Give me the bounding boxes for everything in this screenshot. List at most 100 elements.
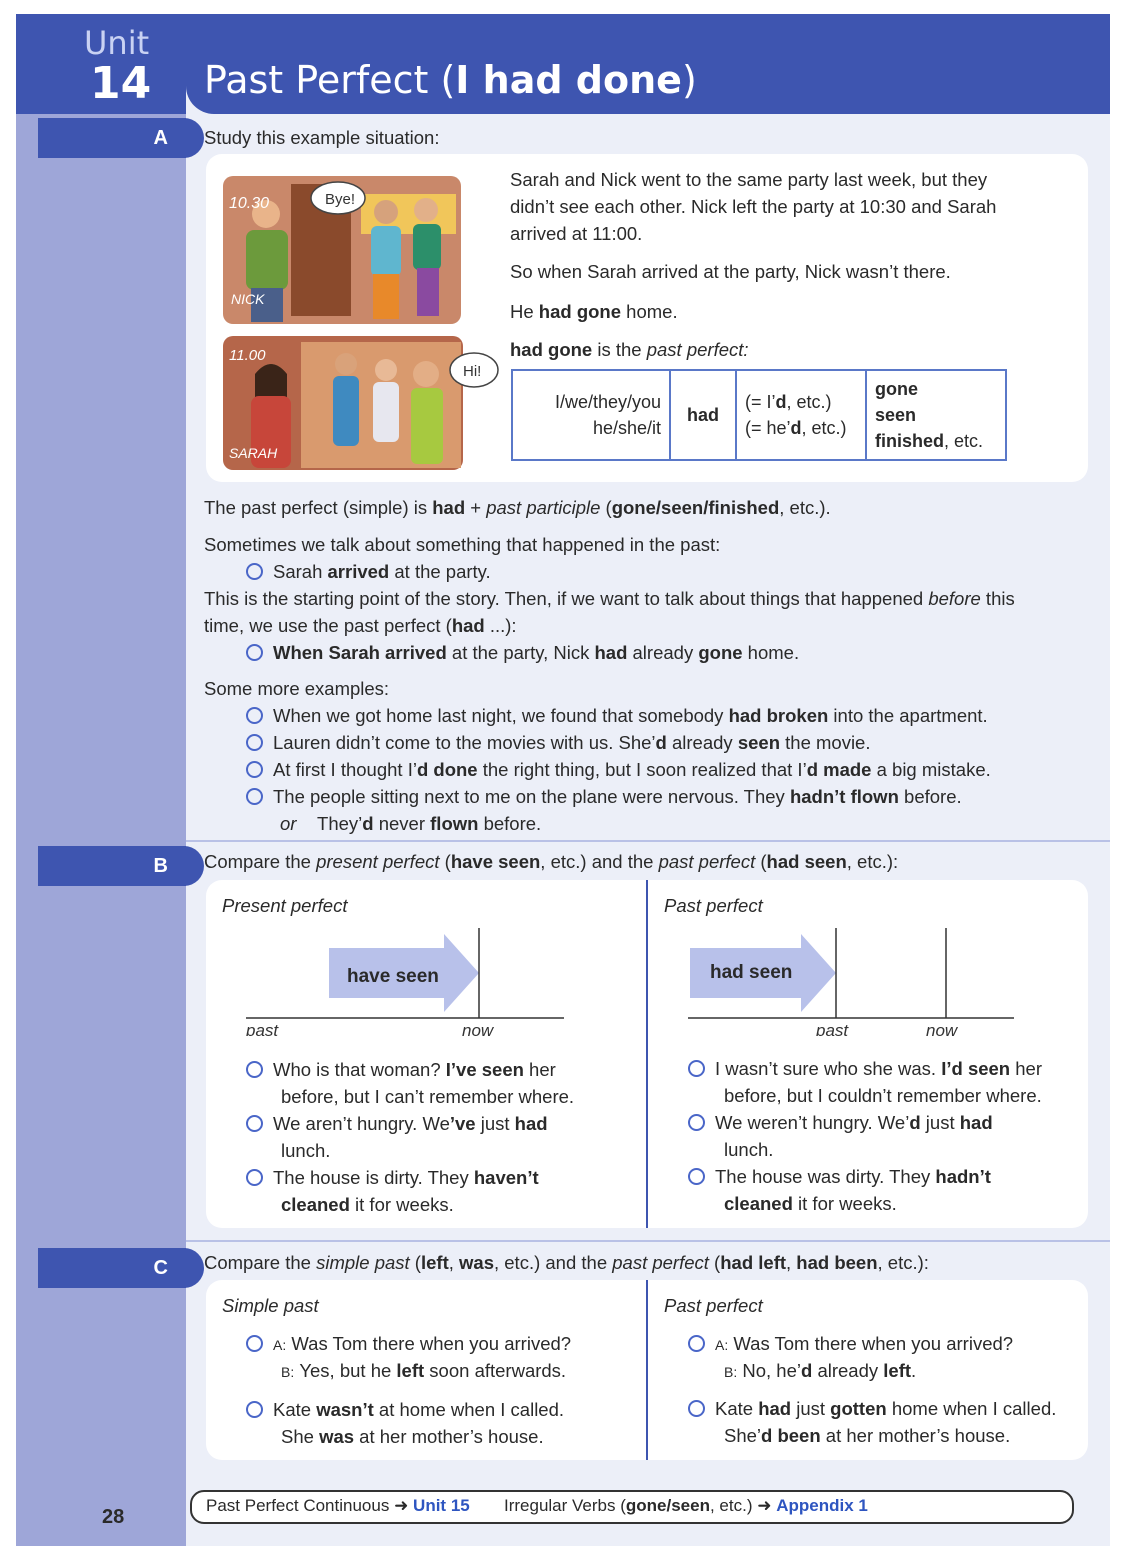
cross-ref-2: Irregular Verbs (gone/seen, etc.) ➜ Appe…: [504, 1496, 868, 1515]
example-id-seen-cont: before, but I couldn’t remember where.: [724, 1085, 1042, 1106]
cross-reference-bar: Past Perfect Continuous ➜ Unit 15 Irregu…: [190, 1490, 1074, 1524]
example-had-been: She’d been at her mother’s house.: [724, 1425, 1011, 1446]
example-weve-had-cont: lunch.: [281, 1140, 331, 1161]
simple-past-heading: Simple past: [222, 1295, 319, 1316]
past-perfect-heading: Past perfect: [664, 895, 763, 916]
subject-cell: I/we/they/you he/she/it: [511, 369, 671, 461]
example-made-mistake: At first I thought I’d done the right th…: [246, 756, 991, 783]
bullet-icon: [688, 1060, 705, 1077]
example-had-gone: When Sarah arrived at the party, Nick ha…: [246, 639, 799, 666]
page-number: 28: [102, 1506, 125, 1528]
unit-number: 14: [90, 58, 152, 109]
example-havent-cleaned: The house is dirty. They haven’t: [246, 1164, 539, 1191]
title-bar: Past Perfect (I had done): [186, 14, 1110, 114]
section-divider: [186, 1240, 1110, 1242]
party-illustration-sarah: 11.00 Hi! SARAH: [223, 336, 499, 470]
bullet-icon: [246, 1115, 263, 1132]
bullet-icon: [688, 1400, 705, 1417]
unit-badge: Unit 14: [16, 14, 186, 114]
story-line-4: So when Sarah arrived at the party, Nick…: [510, 261, 951, 282]
have-seen-label: have seen: [347, 966, 439, 987]
example-ive-seen: Who is that woman? I’ve seen her: [246, 1056, 556, 1083]
column-divider: [646, 1280, 648, 1460]
bullet-icon: [246, 1401, 263, 1418]
example-seen-movie: Lauren didn’t come to the movies with us…: [246, 729, 871, 756]
story-line-1: Sarah and Nick went to the same party la…: [510, 169, 988, 190]
cross-ref-1: Past Perfect Continuous ➜ Unit 15: [206, 1496, 470, 1515]
had-seen-label: had seen: [710, 962, 792, 983]
section-c-intro: Compare the simple past (left, was, etc.…: [204, 1252, 929, 1273]
name-label-nick: NICK: [231, 291, 265, 307]
time-label-1100: 11.00: [229, 347, 266, 364]
bullet-icon: [246, 1335, 263, 1352]
starting-point-line-1: This is the starting point of the story.…: [204, 588, 1015, 609]
dialogue-a-left: A: Was Tom there when you arrived?: [246, 1330, 571, 1359]
past-perfect-label: had gone is the past perfect:: [510, 339, 749, 360]
dialogue-a-right: A: Was Tom there when you arrived?: [688, 1330, 1013, 1359]
bullet-icon: [246, 761, 263, 778]
bullet-icon: [246, 1169, 263, 1186]
column-divider: [646, 880, 648, 1228]
bullet-icon: [688, 1114, 705, 1131]
speech-bubble-hi: Hi!: [463, 363, 481, 380]
starting-point-line-2: time, we use the past perfect (had ...):: [204, 615, 517, 636]
bullet-icon: [246, 734, 263, 751]
unit-15-link[interactable]: Unit 15: [413, 1496, 470, 1515]
story-line-5: He had gone home.: [510, 301, 678, 322]
example-arrived: Sarah arrived at the party.: [246, 558, 491, 585]
example-wed-had: We weren’t hungry. We’d just had: [688, 1109, 993, 1136]
past-perfect-heading-c: Past perfect: [664, 1295, 763, 1316]
section-a-tab: A: [38, 118, 204, 158]
speech-bubble-bye: Bye!: [325, 191, 355, 208]
bullet-icon: [246, 1061, 263, 1078]
present-perfect-heading: Present perfect: [222, 895, 348, 916]
example-never-flown: or They’d never flown before.: [280, 813, 542, 834]
sidebar: [16, 14, 186, 1546]
timeline-now-label: now: [462, 1021, 495, 1036]
party-illustration-nick: 10.30 Bye! NICK: [223, 176, 461, 324]
story-line-2: didn’t see each other. Nick left the par…: [510, 196, 997, 217]
page-title: Past Perfect (I had done): [204, 58, 697, 102]
example-weve-had: We aren’t hungry. We’ve just had: [246, 1110, 548, 1137]
participle-cell: gone seen finished, etc.: [865, 369, 1007, 461]
unit-word: Unit: [84, 24, 150, 62]
contraction-cell: (= I’d, etc.) (= he’d, etc.): [735, 369, 867, 461]
auxiliary-cell: had: [669, 369, 737, 461]
section-a-intro: Study this example situation:: [204, 127, 440, 148]
example-havent-cleaned-cont: cleaned it for weeks.: [281, 1194, 454, 1215]
bullet-icon: [246, 707, 263, 724]
present-perfect-timeline: have seen past now: [245, 928, 564, 1036]
textbook-page: Unit 14 Past Perfect (I had done) A Stud…: [16, 14, 1110, 1546]
past-event-line: Sometimes we talk about something that h…: [204, 534, 721, 555]
arrow-right-icon: ➜: [394, 1496, 409, 1515]
time-label-1030: 10.30: [229, 195, 269, 212]
section-b-intro: Compare the present perfect (have seen, …: [204, 851, 899, 872]
story-line-3: arrived at 11:00.: [510, 223, 643, 244]
bullet-icon: [688, 1168, 705, 1185]
bullet-icon: [246, 563, 263, 580]
timeline-now-label: now: [926, 1021, 959, 1036]
example-was-mothers: She was at her mother’s house.: [281, 1426, 544, 1447]
example-had-gotten: Kate had just gotten home when I called.: [688, 1395, 1056, 1422]
name-label-sarah: SARAH: [229, 445, 278, 461]
example-wasnt-home: Kate wasn’t at home when I called.: [246, 1396, 564, 1423]
bullet-icon: [246, 788, 263, 805]
arrow-right-icon: ➜: [757, 1496, 772, 1515]
example-hadnt-cleaned-cont: cleaned it for weeks.: [724, 1193, 897, 1214]
past-perfect-timeline: had seen past now: [688, 928, 1014, 1036]
example-hadnt-flown: The people sitting next to me on the pla…: [246, 783, 962, 810]
example-id-seen: I wasn’t sure who she was. I’d seen her: [688, 1055, 1042, 1082]
example-hadnt-cleaned: The house was dirty. They hadn’t: [688, 1163, 991, 1190]
section-c-tab: C: [38, 1248, 204, 1288]
grammar-table: I/we/they/you he/she/it had (= I’d, etc.)…: [511, 369, 1007, 461]
example-ive-seen-cont: before, but I can’t remember where.: [281, 1086, 575, 1107]
timeline-past-label: past: [245, 1021, 279, 1036]
definition-line: The past perfect (simple) is had + past …: [204, 497, 831, 518]
dialogue-b-right: B: No, he’d already left.: [724, 1360, 917, 1381]
dialogue-b-left: B: Yes, but he left soon afterwards.: [281, 1360, 567, 1381]
more-examples-label: Some more examples:: [204, 678, 390, 699]
example-wed-had-cont: lunch.: [724, 1139, 774, 1160]
bullet-icon: [688, 1335, 705, 1352]
appendix-1-link[interactable]: Appendix 1: [776, 1496, 868, 1515]
bullet-icon: [246, 644, 263, 661]
